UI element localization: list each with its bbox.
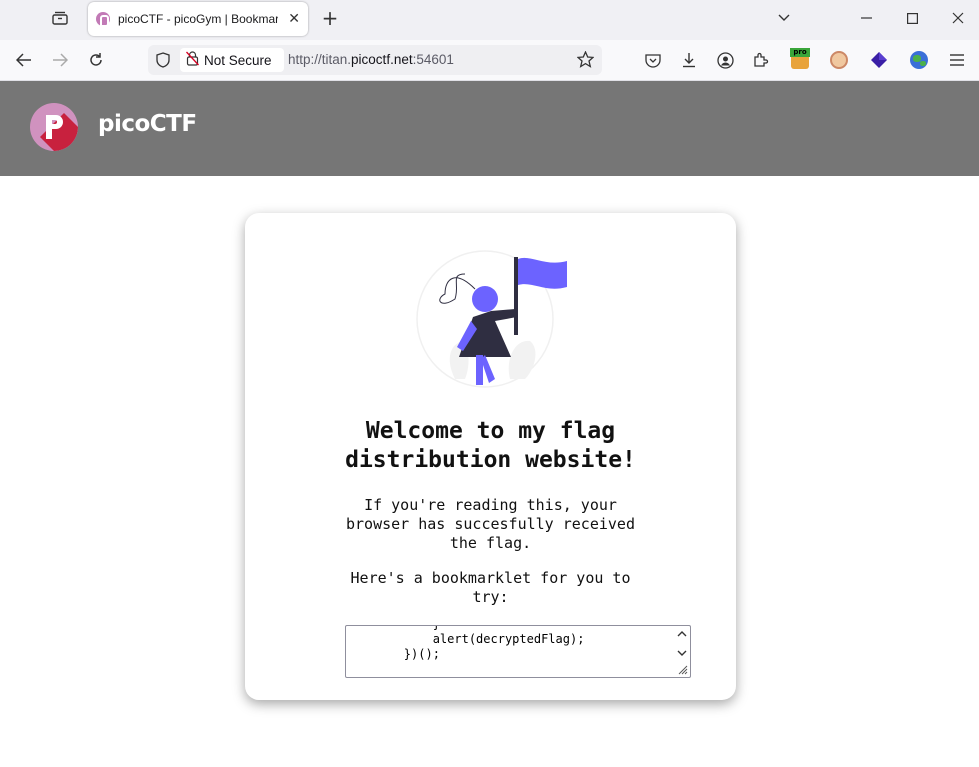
url-text[interactable]: http://titan.picoctf.net:54601 (288, 52, 454, 67)
tab-strip: picoCTF - picoGym | Bookmarklet ✕ + (0, 0, 979, 40)
proxy-extension-icon[interactable]: pro (790, 48, 810, 69)
downloads-icon[interactable] (677, 49, 701, 71)
minimize-icon[interactable] (854, 0, 878, 36)
new-tab-icon[interactable]: + (318, 0, 342, 36)
bookmark-star-icon[interactable] (576, 50, 595, 72)
url-prefix: http://titan. (288, 52, 352, 67)
welcome-heading: Welcome to my flag distribution website! (345, 418, 636, 473)
reload-icon[interactable] (84, 49, 108, 71)
address-bar[interactable]: Not Secure http://titan.picoctf.net:5460… (148, 45, 602, 75)
maximize-icon[interactable] (900, 0, 924, 36)
bookmarklet-code-textarea[interactable]: } alert(decryptedFlag); })(); (345, 625, 691, 678)
close-tab-icon[interactable]: ✕ (288, 11, 300, 27)
tab-title: picoCTF - picoGym | Bookmarklet (118, 12, 278, 26)
extensions-puzzle-icon[interactable] (749, 49, 773, 71)
insecure-lock-icon (186, 51, 199, 69)
hamburger-menu-icon[interactable] (945, 49, 969, 71)
list-tabs-chevron-down-icon[interactable] (772, 0, 796, 36)
tab-overview-icon[interactable] (48, 0, 72, 36)
not-secure-label: Not Secure (204, 52, 272, 68)
url-domain: picoctf.net (351, 52, 413, 67)
tracking-shield-icon[interactable] (156, 52, 170, 72)
back-arrow-icon[interactable] (12, 49, 36, 71)
tab-active[interactable]: picoCTF - picoGym | Bookmarklet ✕ (88, 2, 308, 36)
bookmarklet-code: } alert(decryptedFlag); })(); (403, 626, 585, 661)
flag-person-illustration (415, 249, 567, 389)
cookie-extension-icon[interactable] (830, 51, 848, 69)
bookmarklet-prompt-text: Here's a bookmarklet for you to try: (350, 569, 631, 606)
pocket-icon[interactable] (641, 49, 665, 71)
scroll-down-icon (677, 650, 687, 656)
not-secure-indicator[interactable]: Not Secure (180, 48, 284, 72)
close-window-icon[interactable] (946, 0, 970, 36)
welcome-card: Welcome to my flag distribution website!… (245, 213, 736, 700)
navigation-toolbar: Not Secure http://titan.picoctf.net:5460… (0, 40, 979, 81)
forward-arrow-icon[interactable] (48, 49, 72, 71)
textarea-scrollbar[interactable] (676, 628, 688, 676)
picoctf-favicon-icon (96, 12, 110, 27)
flag-received-text: If you're reading this, your browser has… (346, 496, 635, 552)
picoctf-logo-icon[interactable] (30, 103, 78, 151)
site-header: picoCTF (0, 81, 979, 176)
url-port: :54601 (412, 52, 454, 67)
cube-extension-icon[interactable] (870, 51, 888, 69)
scroll-up-icon (677, 631, 687, 637)
account-icon[interactable] (713, 49, 737, 71)
brand-name[interactable]: picoCTF (98, 111, 197, 137)
globe-extension-icon[interactable] (910, 51, 928, 69)
